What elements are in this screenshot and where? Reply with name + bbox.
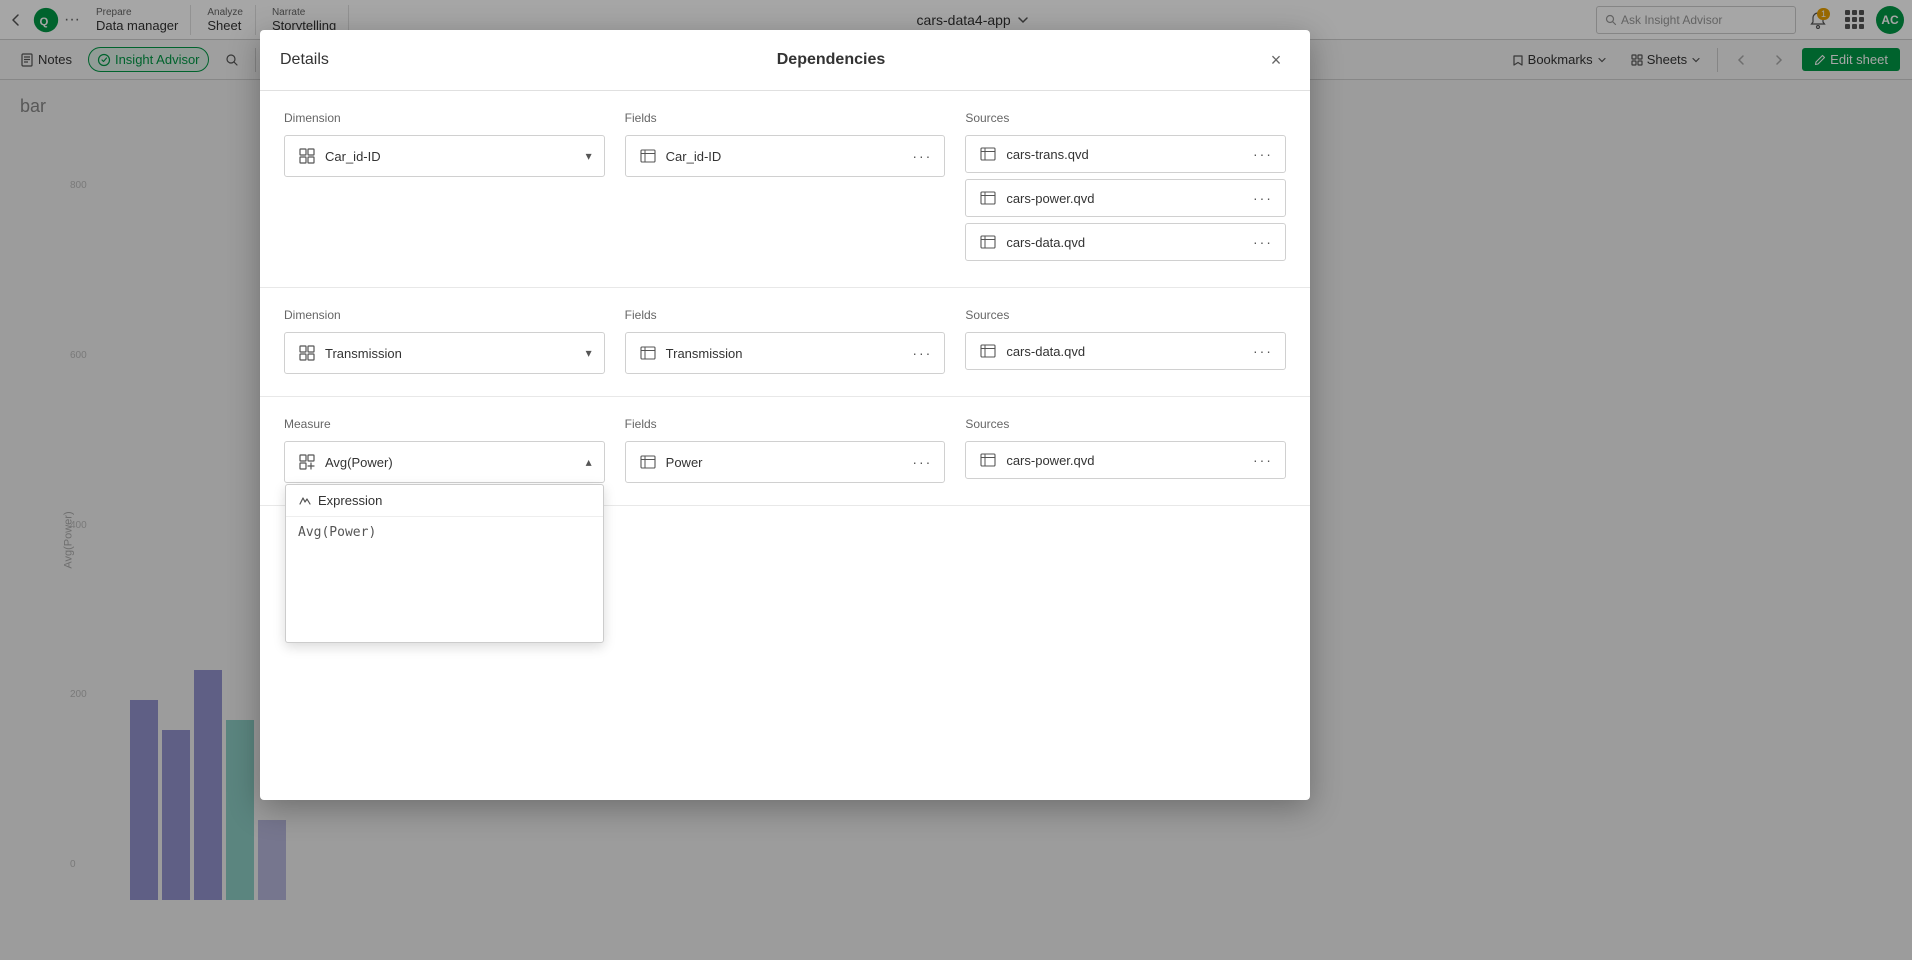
- source-more-3a[interactable]: ···: [1253, 452, 1273, 468]
- source-label-1a: cars-trans.qvd: [1006, 147, 1245, 162]
- source-icon-1b: [978, 188, 998, 208]
- dep-dimension-card-2[interactable]: Transmission ▾: [284, 332, 605, 374]
- dep-sources-2: Sources cars-data.qvd ···: [965, 308, 1286, 376]
- source-more-2a[interactable]: ···: [1253, 343, 1273, 359]
- field-more-button-1[interactable]: ···: [912, 148, 932, 164]
- modal-close-button[interactable]: ×: [1262, 46, 1290, 74]
- modal-details-title: Details: [280, 51, 400, 69]
- dep-fields-label-1: Fields: [625, 111, 946, 125]
- dep-measure-3: Measure Avg(Power) ▴: [284, 417, 605, 485]
- dep-dimension-label-1: Dimension: [284, 111, 605, 125]
- dep-dimension-2: Dimension Transmission ▾: [284, 308, 605, 376]
- chevron-down-icon-1[interactable]: ▾: [586, 149, 592, 163]
- dep-row-1: Dimension Car_id-ID ▾ Fields Car_id-ID: [260, 91, 1310, 288]
- chevron-down-icon-2[interactable]: ▾: [586, 346, 592, 360]
- dep-dimension-value-2: Transmission: [325, 346, 578, 361]
- dimension-icon-2: [297, 343, 317, 363]
- dep-row-3: Measure Avg(Power) ▴: [260, 397, 1310, 506]
- source-more-1b[interactable]: ···: [1253, 190, 1273, 206]
- dep-field-value-3: Power: [666, 455, 905, 470]
- dep-measure-value-3: Avg(Power): [325, 455, 578, 470]
- field-more-button-2[interactable]: ···: [912, 345, 932, 361]
- dep-fields-2: Fields Transmission ···: [625, 308, 946, 376]
- dep-source-item-3a[interactable]: cars-power.qvd ···: [965, 441, 1286, 479]
- dep-sources-label-2: Sources: [965, 308, 1286, 322]
- source-icon-1c: [978, 232, 998, 252]
- source-more-1c[interactable]: ···: [1253, 234, 1273, 250]
- dep-fields-card-3[interactable]: Power ···: [625, 441, 946, 483]
- dep-fields-3: Fields Power ···: [625, 417, 946, 485]
- dep-fields-card-2[interactable]: Transmission ···: [625, 332, 946, 374]
- chevron-up-icon-3[interactable]: ▴: [586, 455, 592, 469]
- source-icon-1a: [978, 144, 998, 164]
- dep-dimension-card-1[interactable]: Car_id-ID ▾: [284, 135, 605, 177]
- dep-sources-label-1: Sources: [965, 111, 1286, 125]
- dep-source-item-1c[interactable]: cars-data.qvd ···: [965, 223, 1286, 261]
- dep-fields-label-3: Fields: [625, 417, 946, 431]
- field-more-button-3[interactable]: ···: [912, 454, 932, 470]
- measure-icon-3: [297, 452, 317, 472]
- expression-header: Expression: [286, 485, 603, 517]
- dep-sources-3: Sources cars-power.qvd ···: [965, 417, 1286, 485]
- source-icon-2a: [978, 341, 998, 361]
- dep-fields-card-1[interactable]: Car_id-ID ···: [625, 135, 946, 177]
- dep-dimension-value-1: Car_id-ID: [325, 149, 578, 164]
- dep-fields-1: Fields Car_id-ID ···: [625, 111, 946, 267]
- field-icon-2: [638, 343, 658, 363]
- source-label-1b: cars-power.qvd: [1006, 191, 1245, 206]
- source-more-1a[interactable]: ···: [1253, 146, 1273, 162]
- dep-field-value-1: Car_id-ID: [666, 149, 905, 164]
- source-label-2a: cars-data.qvd: [1006, 344, 1245, 359]
- modal-dependencies-title: Dependencies: [400, 51, 1262, 69]
- source-label-1c: cars-data.qvd: [1006, 235, 1245, 250]
- dep-source-item-1b[interactable]: cars-power.qvd ···: [965, 179, 1286, 217]
- dep-fields-label-2: Fields: [625, 308, 946, 322]
- source-icon-3a: [978, 450, 998, 470]
- dependencies-modal: Details Dependencies × Dimension Car_id-…: [260, 30, 1310, 800]
- dep-measure-label-3: Measure: [284, 417, 605, 431]
- dep-source-item-2a[interactable]: cars-data.qvd ···: [965, 332, 1286, 370]
- modal-header: Details Dependencies ×: [260, 30, 1310, 91]
- dep-field-value-2: Transmission: [666, 346, 905, 361]
- dep-row-2: Dimension Transmission ▾ Fields Transmis…: [260, 288, 1310, 397]
- dep-dimension-1: Dimension Car_id-ID ▾: [284, 111, 605, 267]
- expression-label: Expression: [318, 493, 382, 508]
- modal-body: Dimension Car_id-ID ▾ Fields Car_id-ID: [260, 91, 1310, 800]
- dep-dimension-label-2: Dimension: [284, 308, 605, 322]
- field-icon-3: [638, 452, 658, 472]
- dep-source-item-1a[interactable]: cars-trans.qvd ···: [965, 135, 1286, 173]
- dep-sources-1: Sources cars-trans.qvd ··· cars-power.qv…: [965, 111, 1286, 267]
- dep-sources-label-3: Sources: [965, 417, 1286, 431]
- dep-measure-card-3[interactable]: Avg(Power) ▴ Expression Avg(Power): [284, 441, 605, 483]
- field-icon-1: [638, 146, 658, 166]
- expression-textarea[interactable]: Avg(Power): [286, 517, 603, 637]
- source-label-3a: cars-power.qvd: [1006, 453, 1245, 468]
- expression-dropdown: Expression Avg(Power): [285, 484, 604, 643]
- dimension-icon-1: [297, 146, 317, 166]
